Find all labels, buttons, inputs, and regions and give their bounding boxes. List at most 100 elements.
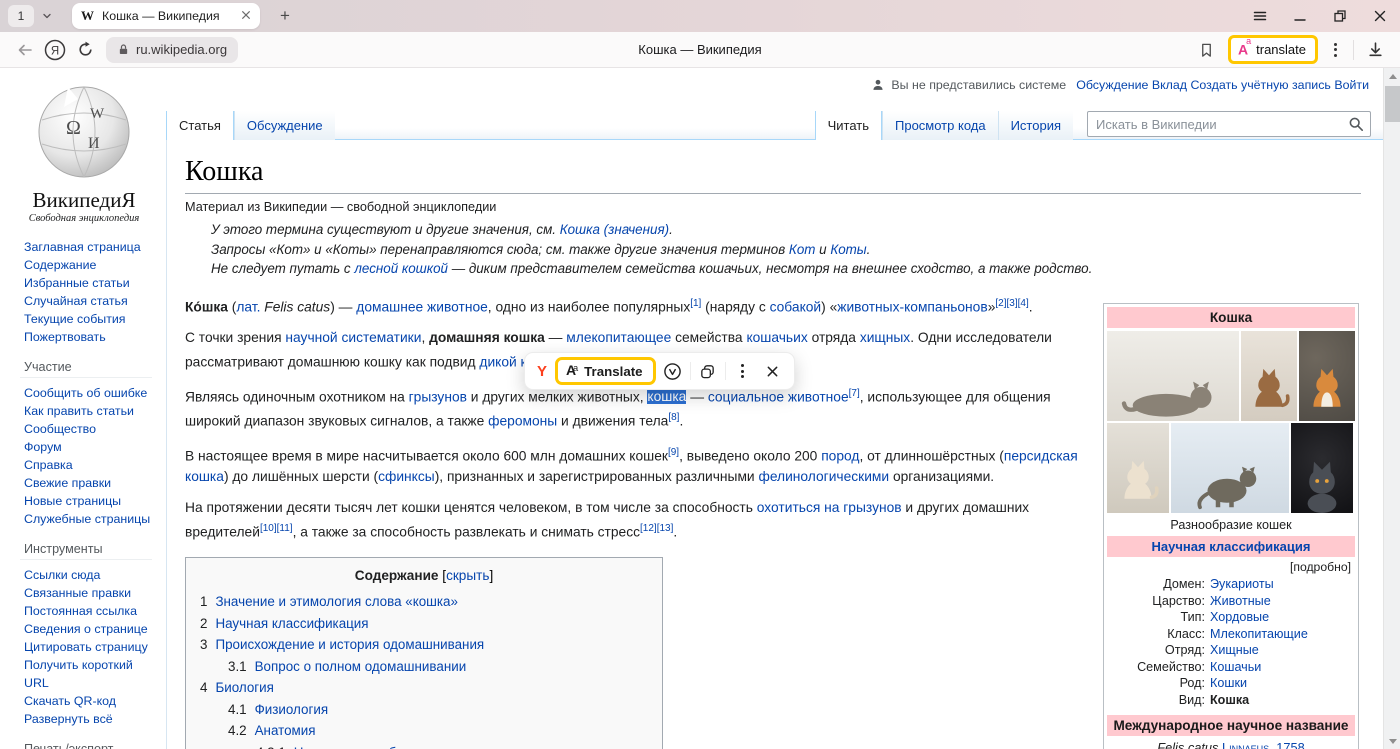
personal-link[interactable]: Создать учётную запись <box>1190 78 1330 92</box>
inline-link[interactable]: сфинксы <box>378 469 435 484</box>
refresh-icon[interactable] <box>70 35 100 65</box>
inline-link[interactable]: феромоны <box>488 414 557 429</box>
inline-link[interactable]: Кот <box>789 242 816 257</box>
footnote-ref[interactable]: [1] <box>690 298 701 309</box>
alice-assistant-icon[interactable] <box>660 358 686 384</box>
footnote-ref[interactable]: [2][3][4] <box>995 298 1028 309</box>
sidebar-link[interactable]: Избранные статьи <box>24 274 156 292</box>
toc-entry[interactable]: 4Биология <box>200 677 648 699</box>
personal-link[interactable]: Обсуждение <box>1076 78 1148 92</box>
footnote-ref[interactable]: [7] <box>849 388 860 399</box>
address-bar[interactable]: ru.wikipedia.org <box>106 37 238 63</box>
sidebar-link[interactable]: Служебные страницы <box>24 510 156 528</box>
wiki-tab-inactive[interactable]: Обсуждение <box>234 111 335 140</box>
sidebar-link[interactable]: Получить короткий URL <box>24 656 156 692</box>
toc-entry[interactable]: 4.1Физиология <box>200 699 648 721</box>
toc-entry[interactable]: 3.1Вопрос о полном одомашнивании <box>200 656 648 678</box>
sidebar-link[interactable]: Текущие события <box>24 310 156 328</box>
toc-entry[interactable]: 4.2Анатомия <box>200 720 648 742</box>
toc-entry[interactable]: 1Значение и этимология слова «кошка» <box>200 591 648 613</box>
sidebar-link[interactable]: Свежие правки <box>24 474 156 492</box>
sidebar-link[interactable]: Заглавная страница <box>24 238 156 256</box>
toc-link[interactable]: Физиология <box>255 702 328 717</box>
browser-tab-active[interactable]: W Кошка — Википедия <box>72 3 260 29</box>
sidebar-link[interactable]: Случайная статья <box>24 292 156 310</box>
cat-photo-abyssinian[interactable] <box>1241 331 1297 421</box>
selected-text[interactable]: кошка <box>647 389 686 404</box>
wiki-tab-active[interactable]: Статья <box>166 111 234 140</box>
scroll-up-icon[interactable] <box>1384 68 1400 84</box>
sidebar-link[interactable]: Цитировать страницу <box>24 638 156 656</box>
toc-entry[interactable]: 2Научная классификация <box>200 613 648 635</box>
inline-link[interactable]: животных-компаньонов <box>837 299 987 314</box>
popup-more-icon[interactable] <box>730 358 756 384</box>
search-input[interactable] <box>1087 111 1371 137</box>
cat-photo-siamese[interactable] <box>1107 423 1169 513</box>
search-icon[interactable] <box>1348 116 1364 132</box>
page-scrollbar[interactable] <box>1383 68 1400 749</box>
toc-link[interactable]: Вопрос о полном одомашнивании <box>255 659 467 674</box>
inline-link[interactable]: лесной кошкой <box>354 261 448 276</box>
wikipedia-globe-logo[interactable]: Ω W И <box>32 82 136 182</box>
toc-hide-link[interactable]: скрыть <box>446 568 489 583</box>
footnote-ref[interactable]: [9] <box>668 447 679 458</box>
inline-link[interactable]: собакой <box>770 299 822 314</box>
toc-link[interactable]: Неизученные области <box>294 745 431 749</box>
scrollbar-thumb[interactable] <box>1385 86 1400 122</box>
year-link[interactable]: , 1758 <box>1269 740 1305 749</box>
taxo-value-link[interactable]: Кошачьи <box>1210 659 1353 676</box>
taxo-value-link[interactable]: Эукариоты <box>1210 576 1353 593</box>
inline-link[interactable]: домашнее животное <box>356 299 488 314</box>
tab-counter-button[interactable]: 1 <box>8 5 34 27</box>
sidebar-link[interactable]: Сообщить об ошибке <box>24 384 156 402</box>
cat-photo-tabby-lying[interactable] <box>1107 331 1239 421</box>
wiki-tab-active[interactable]: Читать <box>815 111 882 140</box>
personal-link[interactable]: Вклад <box>1152 78 1187 92</box>
classification-header[interactable]: Научная классификация <box>1107 536 1355 557</box>
sidebar-link[interactable]: Скачать QR-код <box>24 692 156 710</box>
footnote-ref[interactable]: [10][11] <box>260 523 293 534</box>
back-icon[interactable] <box>10 35 40 65</box>
popup-translate-button[interactable]: Aa Translate <box>555 357 656 385</box>
toc-link[interactable]: Происхождение и история одомашнивания <box>215 637 484 652</box>
yandex-services-icon[interactable]: Я <box>40 35 70 65</box>
sidebar-link[interactable]: Постоянная ссылка <box>24 602 156 620</box>
wiki-tab-inactive[interactable]: История <box>998 111 1073 140</box>
taxo-value-link[interactable]: Млекопитающие <box>1210 626 1353 643</box>
yandex-logo-icon[interactable]: Y <box>537 363 547 380</box>
inline-link[interactable]: социальное животное <box>708 389 849 404</box>
inline-link[interactable]: кошачьих <box>746 330 807 345</box>
inline-link[interactable]: научной систематики <box>285 330 421 345</box>
taxo-value-link[interactable]: Кошки <box>1210 675 1353 692</box>
inline-link[interactable]: грызунов <box>409 389 467 404</box>
sidebar-link[interactable]: Связанные правки <box>24 584 156 602</box>
taxo-value-link[interactable]: Животные <box>1210 593 1353 610</box>
inline-link[interactable]: фелинологическими <box>758 469 889 484</box>
wiki-tab-inactive[interactable]: Просмотр кода <box>882 111 998 140</box>
inline-link[interactable]: пород <box>821 448 859 463</box>
sidebar-link[interactable]: Ссылки сюда <box>24 566 156 584</box>
inline-link[interactable]: хищных <box>860 330 910 345</box>
inline-link[interactable]: охотиться на грызунов <box>757 500 902 515</box>
sidebar-link[interactable]: Новые страницы <box>24 492 156 510</box>
sidebar-link[interactable]: Сообщество <box>24 420 156 438</box>
cat-photo-gray[interactable] <box>1291 423 1353 513</box>
toc-link[interactable]: Значение и этимология слова «кошка» <box>215 594 458 609</box>
restore-icon[interactable] <box>1320 0 1360 32</box>
download-icon[interactable] <box>1360 35 1390 65</box>
bookmark-icon[interactable] <box>1192 35 1222 65</box>
author-link[interactable]: Linnaeus <box>1222 740 1269 749</box>
taxo-value-link[interactable]: Хищные <box>1210 642 1353 659</box>
close-window-icon[interactable] <box>1360 0 1400 32</box>
details-link[interactable]: [подробно] <box>1107 557 1355 575</box>
inline-link[interactable]: млекопитающее <box>566 330 671 345</box>
sidebar-link[interactable]: Как править статьи <box>24 402 156 420</box>
toolbar-translate-button[interactable]: Aa translate <box>1228 35 1318 64</box>
toc-link[interactable]: Анатомия <box>255 723 316 738</box>
personal-link[interactable]: Войти <box>1334 78 1369 92</box>
taxo-value-link[interactable]: Хордовые <box>1210 609 1353 626</box>
sidebar-link[interactable]: Развернуть всё <box>24 710 156 728</box>
sidebar-link[interactable]: Пожертвовать <box>24 328 156 346</box>
toc-entry[interactable]: 3Происхождение и история одомашнивания <box>200 634 648 656</box>
cat-photo-orange-white[interactable] <box>1299 331 1355 421</box>
